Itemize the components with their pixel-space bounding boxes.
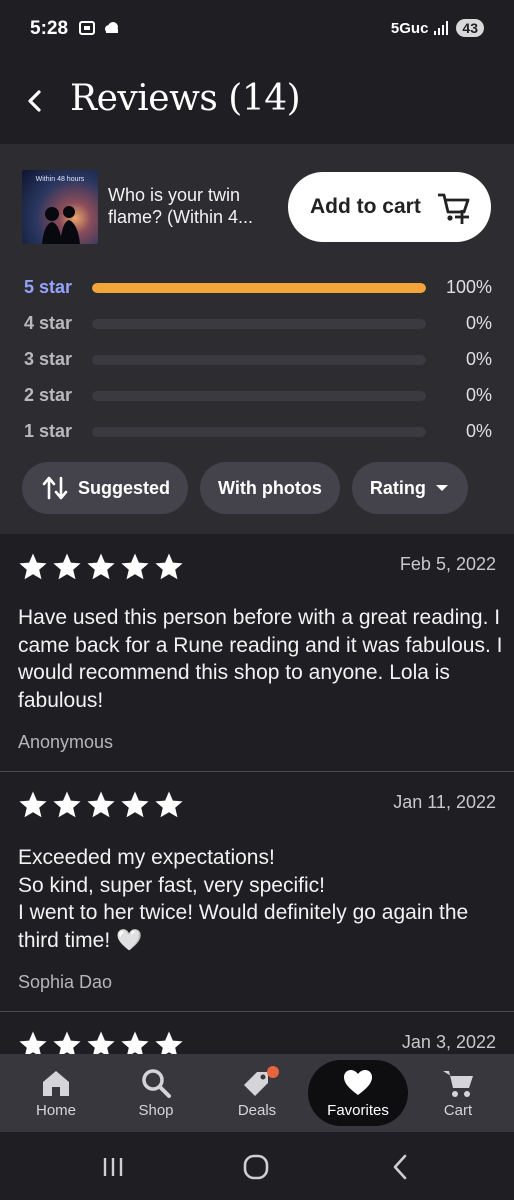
nav-label: Shop bbox=[138, 1102, 174, 1119]
review-text: Have used this person before with a grea… bbox=[18, 606, 503, 712]
status-system-icons: 5Guc 43 bbox=[391, 19, 484, 37]
heart-icon bbox=[344, 1070, 372, 1095]
review-item: Jan 3, 2022 bbox=[0, 1012, 514, 1054]
product-title[interactable]: Who is your twin flame? (Within 4... bbox=[108, 184, 278, 228]
star-icon bbox=[87, 791, 115, 818]
status-notification-icons bbox=[78, 19, 120, 37]
sort-suggested-chip[interactable]: Suggested bbox=[22, 462, 189, 514]
star-icon bbox=[53, 553, 81, 580]
home-icon bbox=[43, 1071, 69, 1096]
battery-indicator: 43 bbox=[456, 19, 484, 37]
star-rating bbox=[18, 1030, 184, 1054]
star-icon bbox=[19, 553, 47, 580]
rating-bar bbox=[92, 319, 426, 329]
with-photos-chip[interactable]: With photos bbox=[200, 462, 340, 514]
network-label: 5Guc bbox=[390, 19, 429, 37]
nav-favorites[interactable]: Favorites bbox=[308, 1054, 408, 1132]
rating-bar bbox=[92, 391, 426, 401]
star-icon bbox=[19, 1031, 47, 1054]
rating-row-4[interactable]: 4 star 0% bbox=[0, 308, 514, 344]
rating-label: 5 star bbox=[24, 277, 73, 297]
recent-apps-icon[interactable] bbox=[98, 1152, 128, 1182]
system-back-icon[interactable] bbox=[386, 1152, 416, 1182]
rating-label: 4 star bbox=[24, 313, 73, 333]
review-filters: Suggested With photos Rating bbox=[22, 462, 468, 514]
star-icon bbox=[87, 553, 115, 580]
status-time: 5:28 bbox=[30, 18, 69, 39]
system-navigation-bar bbox=[0, 1132, 514, 1200]
add-to-cart-label: Add to cart bbox=[310, 195, 421, 218]
star-rating bbox=[18, 790, 184, 820]
screenshot-icon bbox=[79, 21, 95, 35]
review-item: Feb 5, 2022 Have used this person before… bbox=[0, 534, 514, 772]
star-icon bbox=[87, 1031, 115, 1054]
rating-percent: 100% bbox=[445, 277, 492, 297]
nav-label: Cart bbox=[443, 1102, 473, 1119]
star-rating bbox=[18, 552, 184, 582]
review-date: Jan 11, 2022 bbox=[393, 792, 496, 812]
signal-icon bbox=[434, 21, 449, 35]
star-icon bbox=[155, 791, 183, 818]
page-header: Reviews (14) bbox=[0, 60, 514, 144]
review-text: Exceeded my expectations! So kind, super… bbox=[18, 846, 469, 952]
star-icon bbox=[19, 791, 47, 818]
back-arrow-icon[interactable] bbox=[18, 84, 52, 118]
rating-row-2[interactable]: 2 star 0% bbox=[0, 380, 514, 416]
product-thumbnail[interactable]: Within 48 hours bbox=[22, 170, 98, 244]
rating-label: 2 star bbox=[24, 385, 73, 405]
star-icon bbox=[53, 1031, 81, 1054]
cart-plus-icon bbox=[438, 193, 470, 224]
star-icon bbox=[121, 791, 149, 818]
home-button-icon[interactable] bbox=[241, 1152, 271, 1182]
nav-deals[interactable]: Deals bbox=[207, 1054, 307, 1132]
status-bar: 5:28 5Guc 43 bbox=[0, 0, 514, 60]
star-icon bbox=[155, 553, 183, 580]
sort-suggested-label: Suggested bbox=[78, 477, 171, 498]
rating-bar bbox=[92, 427, 426, 437]
star-icon bbox=[53, 791, 81, 818]
cloud-icon bbox=[105, 22, 118, 33]
rating-percent: 0% bbox=[465, 385, 492, 405]
cart-icon bbox=[443, 1071, 473, 1097]
review-author[interactable]: Sophia Dao bbox=[18, 972, 112, 993]
rating-filter-chip[interactable]: Rating bbox=[351, 462, 468, 514]
rating-bar-fill bbox=[92, 283, 426, 293]
bottom-navigation: Home Shop Deals Favorites Cart bbox=[0, 1054, 514, 1132]
rating-label: 3 star bbox=[24, 349, 73, 369]
search-icon bbox=[142, 1069, 171, 1098]
add-to-cart-button[interactable]: Add to cart bbox=[288, 172, 491, 242]
page-title: Reviews (14) bbox=[70, 78, 301, 119]
sort-arrows-icon bbox=[42, 476, 68, 500]
review-author[interactable]: Anonymous bbox=[18, 732, 113, 753]
review-item: Jan 11, 2022 Exceeded my expectations! S… bbox=[0, 772, 514, 1012]
review-list: Feb 5, 2022 Have used this person before… bbox=[0, 534, 514, 1054]
nav-home[interactable]: Home bbox=[6, 1054, 106, 1132]
with-photos-label: With photos bbox=[218, 477, 322, 498]
nav-label: Deals bbox=[237, 1102, 277, 1119]
notification-dot bbox=[267, 1066, 279, 1078]
rating-label: 1 star bbox=[24, 421, 73, 441]
rating-percent: 0% bbox=[465, 349, 492, 369]
rating-row-1[interactable]: 1 star 0% bbox=[0, 416, 514, 452]
rating-percent: 0% bbox=[465, 421, 492, 441]
review-date: Jan 3, 2022 bbox=[401, 1032, 496, 1052]
rating-row-3[interactable]: 3 star 0% bbox=[0, 344, 514, 380]
rating-bar bbox=[92, 355, 426, 365]
star-icon bbox=[121, 1031, 149, 1054]
star-icon bbox=[155, 1031, 183, 1054]
rating-bar bbox=[92, 283, 426, 293]
star-icon bbox=[121, 553, 149, 580]
nav-label: Favorites bbox=[327, 1102, 389, 1119]
nav-label: Home bbox=[35, 1102, 76, 1119]
nav-shop[interactable]: Shop bbox=[106, 1054, 206, 1132]
review-summary-panel: Within 48 hours Who is your twin flame? … bbox=[0, 144, 514, 534]
rating-percent: 0% bbox=[465, 313, 492, 333]
nav-cart[interactable]: Cart bbox=[408, 1054, 508, 1132]
rating-filter-label: Rating bbox=[369, 477, 426, 498]
review-date: Feb 5, 2022 bbox=[399, 554, 496, 574]
caret-down-icon bbox=[435, 485, 448, 491]
rating-row-5[interactable]: 5 star 100% bbox=[0, 272, 514, 308]
